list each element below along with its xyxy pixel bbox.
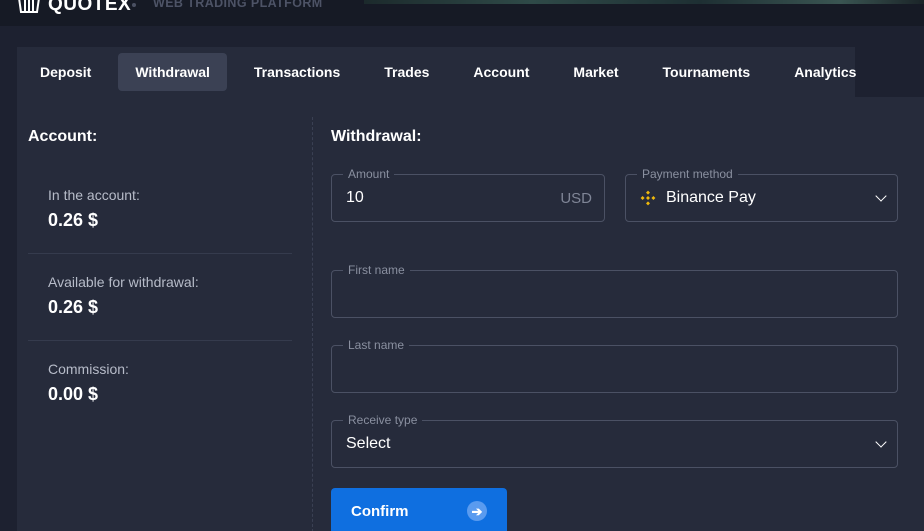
- confirm-label: Confirm: [351, 502, 409, 520]
- last-name-field[interactable]: Last name: [331, 338, 898, 393]
- header-separator-dot: [132, 3, 136, 7]
- first-name-label: First name: [343, 263, 410, 277]
- payment-method-value: Binance Pay: [666, 189, 756, 206]
- platform-subtitle: WEB TRADING PLATFORM: [153, 0, 323, 10]
- confirm-button[interactable]: Confirm ➔: [331, 488, 507, 531]
- chevron-down-icon: [875, 436, 887, 448]
- tab-account[interactable]: Account: [456, 53, 546, 91]
- amount-field[interactable]: Amount 10 USD: [331, 167, 605, 222]
- panel-divider: [312, 117, 313, 531]
- payment-method-select[interactable]: Payment method Binance Pay: [625, 167, 898, 222]
- tab-deposit[interactable]: Deposit: [23, 53, 108, 91]
- withdrawal-panel: Account: In the account: 0.26 $ Availabl…: [17, 97, 924, 531]
- stat-commission: Commission: 0.00 $: [48, 361, 129, 405]
- currency-label: USD: [560, 189, 592, 207]
- receive-type-value: Select: [346, 435, 391, 452]
- stat-label: In the account:: [48, 187, 140, 203]
- stat-divider: [28, 340, 292, 341]
- stat-divider: [28, 253, 292, 254]
- tab-market[interactable]: Market: [556, 53, 635, 91]
- header-background-texture: [364, 0, 924, 4]
- receive-type-select[interactable]: Receive type Select: [331, 413, 898, 468]
- tab-trades[interactable]: Trades: [367, 53, 446, 91]
- first-name-field[interactable]: First name: [331, 263, 898, 318]
- stat-value: 0.26 $: [48, 297, 99, 317]
- logo-text: QUOTEX: [48, 0, 132, 15]
- quotex-logo-icon: [18, 0, 40, 13]
- binance-icon: [640, 190, 656, 206]
- tab-analytics[interactable]: Analytics: [777, 53, 873, 91]
- account-title: Account:: [28, 128, 98, 145]
- tab-transactions[interactable]: Transactions: [237, 53, 357, 91]
- tab-withdrawal[interactable]: Withdrawal: [118, 53, 227, 91]
- arrow-right-icon: ➔: [467, 501, 487, 521]
- last-name-label: Last name: [343, 338, 410, 352]
- payment-method-value-wrap: Binance Pay: [640, 175, 756, 221]
- top-header: QUOTEX WEB TRADING PLATFORM: [0, 0, 924, 26]
- stat-value: 0.00 $: [48, 384, 99, 404]
- stat-available: Available for withdrawal: 0.26 $: [48, 274, 199, 318]
- stat-label: Available for withdrawal:: [48, 274, 199, 290]
- withdrawal-title: Withdrawal:: [331, 128, 422, 145]
- logo[interactable]: QUOTEX: [18, 0, 131, 16]
- chevron-down-icon: [875, 190, 887, 202]
- stat-value: 0.26 $: [48, 210, 99, 230]
- tab-tournaments[interactable]: Tournaments: [646, 53, 768, 91]
- stat-in-account: In the account: 0.26 $: [48, 187, 140, 231]
- amount-value: 10: [346, 189, 364, 206]
- nav-tabs: Deposit Withdrawal Transactions Trades A…: [17, 47, 856, 97]
- stat-label: Commission:: [48, 361, 129, 377]
